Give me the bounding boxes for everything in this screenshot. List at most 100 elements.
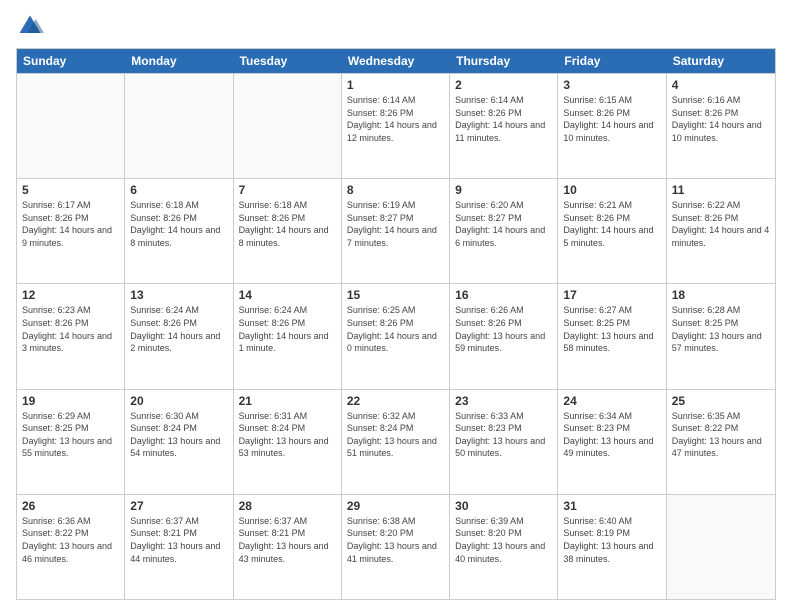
header-day-monday: Monday: [125, 49, 233, 73]
day-info-23: Sunrise: 6:33 AMSunset: 8:23 PMDaylight:…: [455, 410, 552, 460]
day-info-1: Sunrise: 6:14 AMSunset: 8:26 PMDaylight:…: [347, 94, 444, 144]
day-number-1: 1: [347, 78, 444, 92]
day-info-18: Sunrise: 6:28 AMSunset: 8:25 PMDaylight:…: [672, 304, 770, 354]
header-day-thursday: Thursday: [450, 49, 558, 73]
calendar-day-5: 5Sunrise: 6:17 AMSunset: 8:26 PMDaylight…: [17, 179, 125, 283]
header-day-saturday: Saturday: [667, 49, 775, 73]
calendar-week-5: 26 Sunrise: 6:36 AMSunset: 8:22 PMDayligh…: [17, 494, 775, 599]
day-number-27: 27: [130, 499, 227, 513]
calendar-day-18: 18Sunrise: 6:28 AMSunset: 8:25 PMDayligh…: [667, 284, 775, 388]
day-info-16: Sunrise: 6:26 AMSunset: 8:26 PMDaylight:…: [455, 304, 552, 354]
calendar-day-3: 3 Sunrise: 6:15 AMSunset: 8:26 PMDaylight…: [558, 74, 666, 178]
calendar-day-11: 11 Sunrise: 6:22 AMSunset: 8:26 PMDayligh…: [667, 179, 775, 283]
calendar-empty-cell: [667, 495, 775, 599]
calendar-day-13: 13 Sunrise: 6:24 AMSunset: 8:26 PMDayligh…: [125, 284, 233, 388]
calendar-day-19: 19Sunrise: 6:29 AMSunset: 8:25 PMDayligh…: [17, 390, 125, 494]
day-info-22: Sunrise: 6:32 AMSunset: 8:24 PMDaylight:…: [347, 410, 444, 460]
calendar: SundayMondayTuesdayWednesdayThursdayFrid…: [16, 48, 776, 600]
day-info-26: Sunrise: 6:36 AMSunset: 8:22 PMDaylight:…: [22, 515, 119, 565]
day-number-20: 20: [130, 394, 227, 408]
day-number-2: 2: [455, 78, 552, 92]
calendar-day-9: 9Sunrise: 6:20 AMSunset: 8:27 PMDaylight…: [450, 179, 558, 283]
calendar-day-8: 8Sunrise: 6:19 AMSunset: 8:27 PMDaylight…: [342, 179, 450, 283]
day-number-6: 6: [130, 183, 227, 197]
day-number-21: 21: [239, 394, 336, 408]
day-number-16: 16: [455, 288, 552, 302]
day-number-29: 29: [347, 499, 444, 513]
calendar-header: SundayMondayTuesdayWednesdayThursdayFrid…: [17, 49, 775, 73]
day-info-14: Sunrise: 6:24 AMSunset: 8:26 PMDaylight:…: [239, 304, 336, 354]
day-info-29: Sunrise: 6:38 AMSunset: 8:20 PMDaylight:…: [347, 515, 444, 565]
calendar-empty-cell: [234, 74, 342, 178]
day-info-28: Sunrise: 6:37 AMSunset: 8:21 PMDaylight:…: [239, 515, 336, 565]
calendar-day-16: 16 Sunrise: 6:26 AMSunset: 8:26 PMDayligh…: [450, 284, 558, 388]
day-info-2: Sunrise: 6:14 AMSunset: 8:26 PMDaylight:…: [455, 94, 552, 144]
calendar-day-4: 4Sunrise: 6:16 AMSunset: 8:26 PMDaylight…: [667, 74, 775, 178]
calendar-day-31: 31 Sunrise: 6:40 AMSunset: 8:19 PMDayligh…: [558, 495, 666, 599]
calendar-day-28: 28Sunrise: 6:37 AMSunset: 8:21 PMDayligh…: [234, 495, 342, 599]
day-number-14: 14: [239, 288, 336, 302]
day-info-12: Sunrise: 6:23 AMSunset: 8:26 PMDaylight:…: [22, 304, 119, 354]
calendar-day-20: 20 Sunrise: 6:30 AMSunset: 8:24 PMDayligh…: [125, 390, 233, 494]
day-info-15: Sunrise: 6:25 AMSunset: 8:26 PMDaylight:…: [347, 304, 444, 354]
day-number-11: 11: [672, 183, 770, 197]
calendar-day-2: 2 Sunrise: 6:14 AMSunset: 8:26 PMDaylight…: [450, 74, 558, 178]
day-info-7: Sunrise: 6:18 AMSunset: 8:26 PMDaylight:…: [239, 199, 336, 249]
calendar-empty-cell: [17, 74, 125, 178]
calendar-day-6: 6Sunrise: 6:18 AMSunset: 8:26 PMDaylight…: [125, 179, 233, 283]
calendar-day-29: 29 Sunrise: 6:38 AMSunset: 8:20 PMDayligh…: [342, 495, 450, 599]
day-info-9: Sunrise: 6:20 AMSunset: 8:27 PMDaylight:…: [455, 199, 552, 249]
calendar-day-26: 26 Sunrise: 6:36 AMSunset: 8:22 PMDayligh…: [17, 495, 125, 599]
calendar-day-21: 21Sunrise: 6:31 AMSunset: 8:24 PMDayligh…: [234, 390, 342, 494]
day-number-10: 10: [563, 183, 660, 197]
calendar-day-23: 23Sunrise: 6:33 AMSunset: 8:23 PMDayligh…: [450, 390, 558, 494]
day-info-10: Sunrise: 6:21 AMSunset: 8:26 PMDaylight:…: [563, 199, 660, 249]
calendar-week-2: 5Sunrise: 6:17 AMSunset: 8:26 PMDaylight…: [17, 178, 775, 283]
day-number-5: 5: [22, 183, 119, 197]
calendar-body: 1 Sunrise: 6:14 AMSunset: 8:26 PMDaylight…: [17, 73, 775, 599]
day-number-30: 30: [455, 499, 552, 513]
day-number-15: 15: [347, 288, 444, 302]
calendar-day-17: 17 Sunrise: 6:27 AMSunset: 8:25 PMDayligh…: [558, 284, 666, 388]
day-number-25: 25: [672, 394, 770, 408]
day-number-12: 12: [22, 288, 119, 302]
day-number-13: 13: [130, 288, 227, 302]
calendar-day-30: 30 Sunrise: 6:39 AMSunset: 8:20 PMDayligh…: [450, 495, 558, 599]
day-number-26: 26: [22, 499, 119, 513]
logo: [16, 12, 46, 40]
day-info-25: Sunrise: 6:35 AMSunset: 8:22 PMDaylight:…: [672, 410, 770, 460]
calendar-empty-cell: [125, 74, 233, 178]
calendar-day-7: 7 Sunrise: 6:18 AMSunset: 8:26 PMDaylight…: [234, 179, 342, 283]
day-info-13: Sunrise: 6:24 AMSunset: 8:26 PMDaylight:…: [130, 304, 227, 354]
header-day-friday: Friday: [558, 49, 666, 73]
calendar-day-15: 15 Sunrise: 6:25 AMSunset: 8:26 PMDayligh…: [342, 284, 450, 388]
calendar-week-3: 12 Sunrise: 6:23 AMSunset: 8:26 PMDayligh…: [17, 283, 775, 388]
header-day-tuesday: Tuesday: [234, 49, 342, 73]
calendar-day-12: 12 Sunrise: 6:23 AMSunset: 8:26 PMDayligh…: [17, 284, 125, 388]
day-info-27: Sunrise: 6:37 AMSunset: 8:21 PMDaylight:…: [130, 515, 227, 565]
header: [16, 12, 776, 40]
day-info-11: Sunrise: 6:22 AMSunset: 8:26 PMDaylight:…: [672, 199, 770, 249]
day-number-17: 17: [563, 288, 660, 302]
calendar-day-10: 10 Sunrise: 6:21 AMSunset: 8:26 PMDayligh…: [558, 179, 666, 283]
day-info-24: Sunrise: 6:34 AMSunset: 8:23 PMDaylight:…: [563, 410, 660, 460]
day-info-31: Sunrise: 6:40 AMSunset: 8:19 PMDaylight:…: [563, 515, 660, 565]
day-number-22: 22: [347, 394, 444, 408]
calendar-day-27: 27 Sunrise: 6:37 AMSunset: 8:21 PMDayligh…: [125, 495, 233, 599]
calendar-day-25: 25 Sunrise: 6:35 AMSunset: 8:22 PMDayligh…: [667, 390, 775, 494]
calendar-day-22: 22 Sunrise: 6:32 AMSunset: 8:24 PMDayligh…: [342, 390, 450, 494]
day-info-19: Sunrise: 6:29 AMSunset: 8:25 PMDaylight:…: [22, 410, 119, 460]
day-number-24: 24: [563, 394, 660, 408]
day-info-30: Sunrise: 6:39 AMSunset: 8:20 PMDaylight:…: [455, 515, 552, 565]
calendar-day-24: 24 Sunrise: 6:34 AMSunset: 8:23 PMDayligh…: [558, 390, 666, 494]
day-number-31: 31: [563, 499, 660, 513]
calendar-week-1: 1 Sunrise: 6:14 AMSunset: 8:26 PMDaylight…: [17, 73, 775, 178]
day-number-3: 3: [563, 78, 660, 92]
logo-icon: [16, 12, 44, 40]
calendar-day-1: 1 Sunrise: 6:14 AMSunset: 8:26 PMDaylight…: [342, 74, 450, 178]
day-info-3: Sunrise: 6:15 AMSunset: 8:26 PMDaylight:…: [563, 94, 660, 144]
day-info-17: Sunrise: 6:27 AMSunset: 8:25 PMDaylight:…: [563, 304, 660, 354]
day-info-20: Sunrise: 6:30 AMSunset: 8:24 PMDaylight:…: [130, 410, 227, 460]
page: SundayMondayTuesdayWednesdayThursdayFrid…: [0, 0, 792, 612]
day-number-7: 7: [239, 183, 336, 197]
